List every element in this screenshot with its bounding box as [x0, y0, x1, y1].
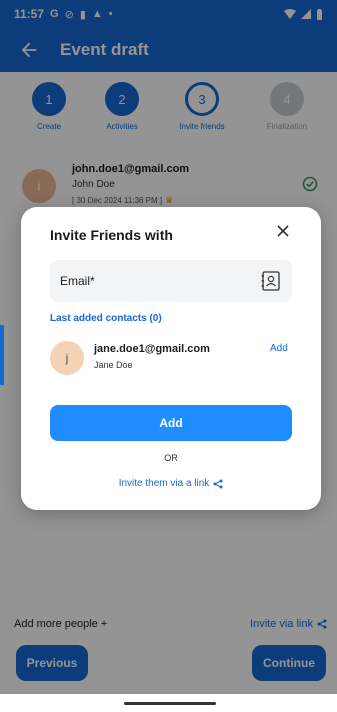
left-accent-bar: [0, 325, 4, 385]
invite-friends-dialog: Invite Friends with Email* Last added co…: [21, 207, 321, 510]
email-input[interactable]: Email*: [50, 260, 292, 302]
system-nav-bar: [0, 694, 337, 712]
contact-row: j jane.doe1@gmail.com Jane Doe Add: [50, 341, 292, 377]
contact-email: jane.doe1@gmail.com: [94, 343, 210, 355]
last-added-contacts-toggle[interactable]: Last added contacts (0): [50, 313, 162, 324]
home-gesture-pill[interactable]: [124, 702, 216, 705]
invite-link-label: Invite them via a link: [118, 478, 210, 489]
or-divider: OR: [164, 453, 178, 463]
dialog-title: Invite Friends with: [50, 227, 173, 243]
avatar: j: [50, 341, 84, 375]
add-button[interactable]: Add: [50, 405, 292, 441]
contact-name: Jane Doe: [94, 360, 133, 370]
add-contact-link[interactable]: Add: [270, 343, 288, 354]
share-icon: [213, 479, 223, 488]
invite-them-via-link[interactable]: Invite them via a link: [21, 478, 321, 489]
close-icon[interactable]: [274, 222, 292, 240]
contacts-book-icon[interactable]: [260, 270, 282, 292]
email-placeholder: Email*: [60, 274, 95, 288]
